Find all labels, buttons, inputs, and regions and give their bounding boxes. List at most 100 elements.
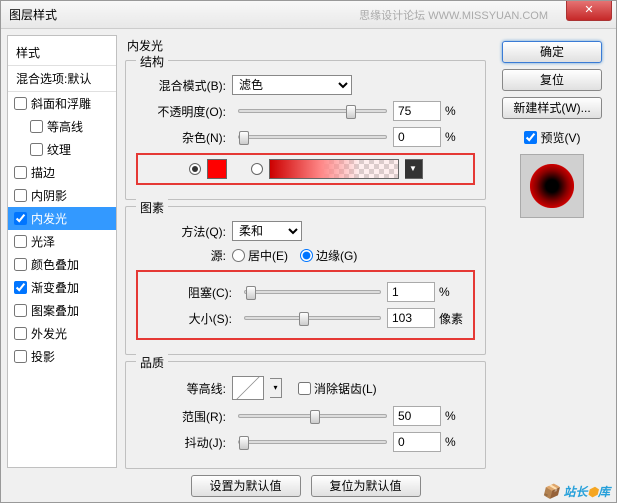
reset-default-button[interactable]: 复位为默认值 xyxy=(311,475,421,497)
source-label: 源: xyxy=(136,247,226,264)
preview-checkbox[interactable] xyxy=(524,131,537,144)
ok-button[interactable]: 确定 xyxy=(502,41,602,63)
contour-picker[interactable] xyxy=(232,376,264,400)
contour-dropdown[interactable]: ▾ xyxy=(270,378,282,398)
style-checkbox-9[interactable] xyxy=(14,304,27,317)
solid-color-radio[interactable] xyxy=(189,163,201,175)
size-input[interactable] xyxy=(387,308,435,328)
style-item-8[interactable]: 渐变叠加 xyxy=(8,276,116,299)
method-label: 方法(Q): xyxy=(136,223,226,240)
opacity-input[interactable] xyxy=(393,101,441,121)
range-slider[interactable] xyxy=(238,414,387,418)
choke-label: 阻塞(C): xyxy=(142,284,232,301)
style-label-11: 投影 xyxy=(31,348,55,365)
preview-box xyxy=(520,154,584,218)
choke-unit: % xyxy=(439,285,469,299)
source-center-radio[interactable] xyxy=(232,249,245,262)
preview-glow-icon xyxy=(530,164,574,208)
range-unit: % xyxy=(445,409,475,423)
make-default-button[interactable]: 设置为默认值 xyxy=(191,475,301,497)
content-area: 样式 混合选项:默认 斜面和浮雕等高线纹理描边内阴影内发光光泽颜色叠加渐变叠加图… xyxy=(1,29,616,474)
gradient-dropdown[interactable]: ▼ xyxy=(405,159,423,179)
jitter-slider[interactable] xyxy=(238,440,387,444)
style-item-6[interactable]: 光泽 xyxy=(8,230,116,253)
style-checkbox-7[interactable] xyxy=(14,258,27,271)
antialias-label: 消除锯齿(L) xyxy=(314,380,377,397)
styles-list: 样式 混合选项:默认 斜面和浮雕等高线纹理描边内阴影内发光光泽颜色叠加渐变叠加图… xyxy=(7,35,117,468)
solid-color-swatch[interactable] xyxy=(207,159,227,179)
style-label-10: 外发光 xyxy=(31,325,67,342)
style-checkbox-0[interactable] xyxy=(14,97,27,110)
gradient-preview[interactable] xyxy=(269,159,399,179)
style-item-4[interactable]: 内阴影 xyxy=(8,184,116,207)
size-slider[interactable] xyxy=(244,316,381,320)
source-edge-label: 边缘(G) xyxy=(316,247,357,264)
source-center-label: 居中(E) xyxy=(248,247,288,264)
styles-header[interactable]: 样式 xyxy=(8,40,116,66)
style-item-7[interactable]: 颜色叠加 xyxy=(8,253,116,276)
style-item-1[interactable]: 等高线 xyxy=(8,115,116,138)
quality-group: 品质 等高线: ▾ 消除锯齿(L) 范围(R): % 抖动 xyxy=(125,361,486,469)
opacity-slider[interactable] xyxy=(238,109,387,113)
style-item-11[interactable]: 投影 xyxy=(8,345,116,368)
blend-mode-select[interactable]: 滤色 xyxy=(232,75,352,95)
style-label-3: 描边 xyxy=(31,164,55,181)
choke-size-highlight-box: 阻塞(C): % 大小(S): 像素 xyxy=(136,270,475,340)
method-select[interactable]: 柔和 xyxy=(232,221,302,241)
cancel-button[interactable]: 复位 xyxy=(502,69,602,91)
footer-watermark: 📦 站长⬢库 xyxy=(542,483,610,500)
style-label-1: 等高线 xyxy=(47,118,83,135)
style-item-0[interactable]: 斜面和浮雕 xyxy=(8,92,116,115)
style-label-2: 纹理 xyxy=(47,141,71,158)
style-label-9: 图案叠加 xyxy=(31,302,79,319)
style-item-9[interactable]: 图案叠加 xyxy=(8,299,116,322)
blend-mode-label: 混合模式(B): xyxy=(136,77,226,94)
layer-style-dialog: 图层样式 思缘设计论坛 WWW.MISSYUAN.COM ✕ 样式 混合选项:默… xyxy=(0,0,617,503)
style-item-3[interactable]: 描边 xyxy=(8,161,116,184)
style-checkbox-8[interactable] xyxy=(14,281,27,294)
style-item-2[interactable]: 纹理 xyxy=(8,138,116,161)
choke-slider[interactable] xyxy=(244,290,381,294)
noise-input[interactable] xyxy=(393,127,441,147)
style-checkbox-4[interactable] xyxy=(14,189,27,202)
new-style-button[interactable]: 新建样式(W)... xyxy=(502,97,602,119)
elements-title: 图素 xyxy=(136,199,168,216)
structure-group: 结构 混合模式(B): 滤色 不透明度(O): % 杂色(N): xyxy=(125,60,486,200)
blend-options-default[interactable]: 混合选项:默认 xyxy=(8,66,116,92)
style-item-10[interactable]: 外发光 xyxy=(8,322,116,345)
close-button[interactable]: ✕ xyxy=(566,1,612,21)
jitter-unit: % xyxy=(445,435,475,449)
size-label: 大小(S): xyxy=(142,310,232,327)
jitter-input[interactable] xyxy=(393,432,441,452)
style-checkbox-6[interactable] xyxy=(14,235,27,248)
elements-group: 图素 方法(Q): 柔和 源: 居中(E) 边缘(G) 阻塞(C): xyxy=(125,206,486,355)
preview-label: 预览(V) xyxy=(541,129,581,146)
noise-label: 杂色(N): xyxy=(136,129,226,146)
style-checkbox-11[interactable] xyxy=(14,350,27,363)
style-label-4: 内阴影 xyxy=(31,187,67,204)
titlebar: 图层样式 思缘设计论坛 WWW.MISSYUAN.COM ✕ xyxy=(1,1,616,29)
choke-input[interactable] xyxy=(387,282,435,302)
watermark-text: 思缘设计论坛 WWW.MISSYUAN.COM xyxy=(359,7,548,23)
opacity-label: 不透明度(O): xyxy=(136,103,226,120)
window-title: 图层样式 xyxy=(9,6,359,23)
style-item-5[interactable]: 内发光 xyxy=(8,207,116,230)
gradient-radio[interactable] xyxy=(251,163,263,175)
style-checkbox-10[interactable] xyxy=(14,327,27,340)
style-checkbox-3[interactable] xyxy=(14,166,27,179)
noise-slider[interactable] xyxy=(238,135,387,139)
style-checkbox-5[interactable] xyxy=(14,212,27,225)
style-label-6: 光泽 xyxy=(31,233,55,250)
options-panel: 内发光 结构 混合模式(B): 滤色 不透明度(O): % 杂色(N): xyxy=(117,35,494,468)
style-label-5: 内发光 xyxy=(31,210,67,227)
size-unit: 像素 xyxy=(439,310,469,327)
style-checkbox-2[interactable] xyxy=(30,143,43,156)
source-edge-radio[interactable] xyxy=(300,249,313,262)
style-label-0: 斜面和浮雕 xyxy=(31,95,91,112)
range-input[interactable] xyxy=(393,406,441,426)
contour-label: 等高线: xyxy=(136,380,226,397)
opacity-unit: % xyxy=(445,104,475,118)
inner-glow-title: 内发光 xyxy=(125,35,486,60)
style-checkbox-1[interactable] xyxy=(30,120,43,133)
antialias-checkbox[interactable] xyxy=(298,382,311,395)
